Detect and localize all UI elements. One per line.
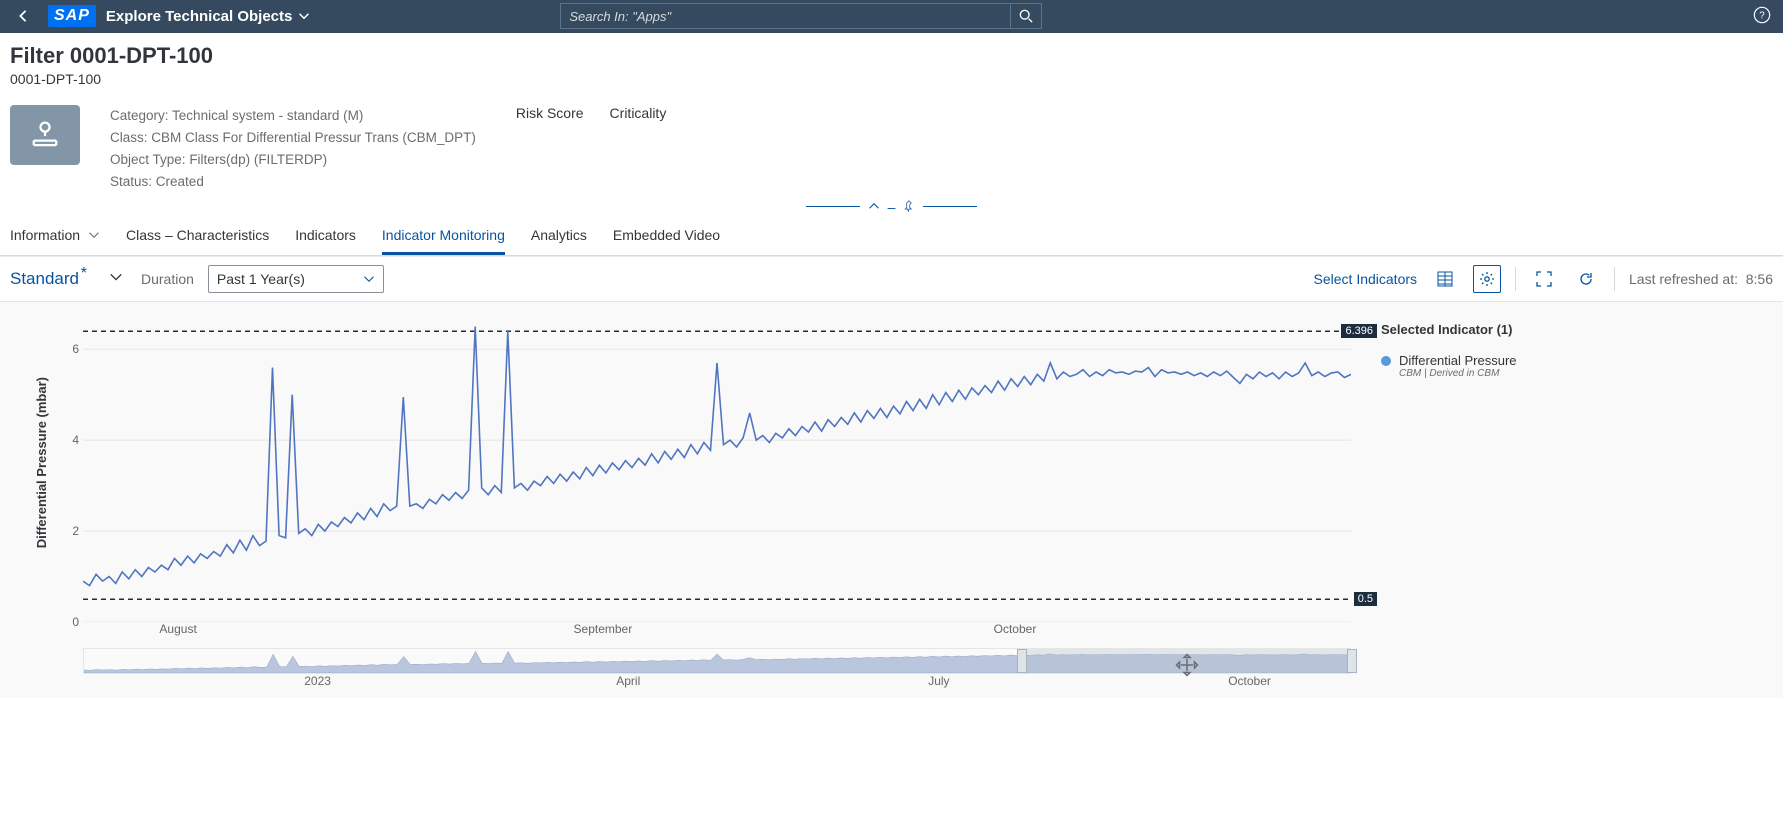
tab-label: Class – Characteristics <box>126 227 269 243</box>
variant-dropdown-button[interactable] <box>109 270 123 287</box>
y-axis: 0246 <box>53 322 83 622</box>
variant-name: Standard <box>10 269 79 288</box>
tab-class-characteristics[interactable]: Class – Characteristics <box>126 217 269 255</box>
variant-selector[interactable]: Standard * <box>10 269 79 289</box>
legend-item-sub: CBM | Derived in CBM <box>1399 368 1517 379</box>
page-subtitle: 0001-DPT-100 <box>10 71 1773 87</box>
object-meta: Category: Technical system - standard (M… <box>110 105 476 193</box>
chart-legend: Selected Indicator (1) Differential Pres… <box>1351 322 1551 694</box>
svg-text:?: ? <box>1759 10 1765 21</box>
class-value: CBM Class For Differential Pressur Trans… <box>151 130 476 145</box>
legend-item[interactable]: Differential Pressure CBM | Derived in C… <box>1381 353 1551 379</box>
range-handle-right[interactable] <box>1347 649 1357 673</box>
content: Standard * Duration Past 1 Year(s) Selec… <box>0 256 1783 698</box>
back-button[interactable] <box>8 1 38 31</box>
range-window[interactable] <box>1022 649 1352 673</box>
legend-swatch <box>1381 356 1391 366</box>
shell-header: SAP Explore Technical Objects ? <box>0 0 1783 33</box>
criticality-label: Criticality <box>610 105 667 121</box>
legend-title: Selected Indicator (1) <box>1381 322 1551 337</box>
tab-label: Indicators <box>295 227 356 243</box>
duration-label: Duration <box>141 271 194 287</box>
tab-label: Indicator Monitoring <box>382 227 505 243</box>
chart-plot[interactable]: 6.3960.5 <box>83 322 1351 622</box>
object-info: Category: Technical system - standard (M… <box>0 91 1783 193</box>
collapse-button[interactable] <box>868 199 880 215</box>
last-refreshed: Last refreshed at: 8:56 <box>1629 271 1773 287</box>
overview-x-axis: 2023AprilJulyOctober <box>83 674 1351 694</box>
page-title: Filter 0001-DPT-100 <box>10 43 1773 69</box>
status-label: Status: <box>110 174 152 189</box>
header-collapse-bar: – <box>0 193 1783 217</box>
category-value: Technical system - standard (M) <box>172 108 363 123</box>
class-label: Class: <box>110 130 148 145</box>
shell-app-title-text: Explore Technical Objects <box>106 8 292 25</box>
category-label: Category: <box>110 108 169 123</box>
search-button[interactable] <box>1010 3 1042 29</box>
chevron-down-icon <box>109 270 123 284</box>
tab-indicator-monitoring[interactable]: Indicator Monitoring <box>382 217 505 255</box>
pin-button[interactable] <box>903 199 915 215</box>
page-header: Filter 0001-DPT-100 0001-DPT-100 <box>0 33 1783 91</box>
x-axis: AugustSeptemberOctober <box>83 622 1351 642</box>
help-button[interactable]: ? <box>1753 6 1771 27</box>
chart-area: Differential Pressure (mbar) 0246 6.3960… <box>0 302 1783 698</box>
object-type-label: Object Type: <box>110 152 186 167</box>
table-icon <box>1437 271 1453 287</box>
select-indicators-button[interactable]: Select Indicators <box>1314 271 1418 287</box>
tab-bar: Information Class – Characteristics Indi… <box>0 217 1783 256</box>
fullscreen-button[interactable] <box>1530 265 1558 293</box>
chart-toolbar: Standard * Duration Past 1 Year(s) Selec… <box>0 257 1783 302</box>
sap-logo: SAP <box>48 5 96 27</box>
search-input[interactable] <box>560 3 1010 29</box>
duration-select[interactable]: Past 1 Year(s) <box>208 265 384 293</box>
shell-app-title[interactable]: Explore Technical Objects <box>106 8 310 25</box>
tab-indicators[interactable]: Indicators <box>295 217 356 255</box>
overview-scrollbar[interactable] <box>83 648 1351 674</box>
legend-item-name: Differential Pressure <box>1399 353 1517 368</box>
tab-embedded-video[interactable]: Embedded Video <box>613 217 720 255</box>
chevron-down-icon <box>363 273 375 285</box>
shell-search <box>560 3 1042 29</box>
risk-score-label: Risk Score <box>516 105 584 121</box>
refresh-icon <box>1578 271 1594 287</box>
fullscreen-icon <box>1536 271 1552 287</box>
object-type-value: Filters(dp) (FILTERDP) <box>189 152 327 167</box>
tab-label: Embedded Video <box>613 227 720 243</box>
table-view-button[interactable] <box>1431 265 1459 293</box>
range-handle-left[interactable] <box>1017 649 1027 673</box>
tab-label: Analytics <box>531 227 587 243</box>
settings-button[interactable] <box>1473 265 1501 293</box>
object-scores: Risk Score Criticality <box>516 105 666 121</box>
gear-icon <box>1479 271 1495 287</box>
duration-value: Past 1 Year(s) <box>217 271 305 287</box>
tab-analytics[interactable]: Analytics <box>531 217 587 255</box>
chevron-down-icon <box>88 229 100 241</box>
chevron-down-icon <box>298 10 310 22</box>
status-value: Created <box>156 174 204 189</box>
tab-information[interactable]: Information <box>10 217 100 255</box>
refresh-button[interactable] <box>1572 265 1600 293</box>
y-axis-label: Differential Pressure (mbar) <box>30 377 53 548</box>
search-icon <box>1019 9 1033 23</box>
tab-label: Information <box>10 227 80 243</box>
filter-equipment-icon <box>27 117 63 153</box>
help-icon: ? <box>1753 6 1771 24</box>
object-icon <box>10 105 80 165</box>
